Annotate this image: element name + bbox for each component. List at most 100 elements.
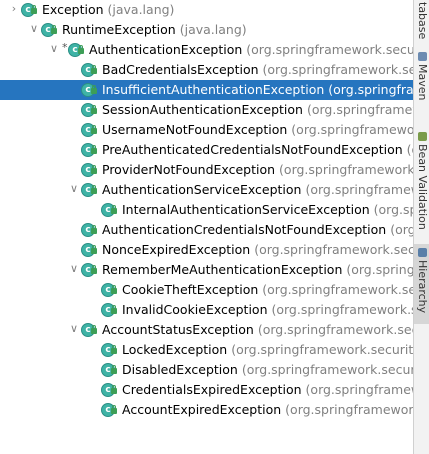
maven-icon [417,52,427,61]
class-label: NonceExpiredException (org.springframewo… [102,242,414,258]
package-name: (org.springframework.security.au [231,342,414,357]
class-name: AccountStatusException [102,322,254,337]
class-name: Exception [42,2,104,17]
class-name: RuntimeException [62,22,176,37]
tree-row[interactable]: c DisabledException (org.springframework.… [0,360,414,380]
class-label: SessionAuthenticationException (org.spri… [102,102,414,118]
maven-tab-label: Maven [416,64,429,101]
tree-row[interactable]: c AuthenticationCredentialsNotFoundExcept… [0,220,414,240]
class-icon: c [101,283,117,297]
maven-tab[interactable]: Maven [414,50,429,112]
class-name: ProviderNotFoundException [102,162,276,177]
hierarchy-tree: › c Exception (java.lang) ∨ c RuntimeExceptio… [0,0,414,454]
hierarchy-tab[interactable]: Hierarchy [414,244,429,324]
class-name: CookieTheftException [122,282,259,297]
class-label: AuthenticationException (org.springframe… [89,42,414,58]
tree-row[interactable]: c UsernameNotFoundException (org.springfr… [0,120,414,140]
class-name: RememberMeAuthenticationException [102,262,343,277]
package-name: (org.springfram [346,262,414,277]
bean-validation-tab[interactable]: Bean Validation [414,130,429,230]
bean-validation-icon [417,132,427,141]
class-label: PreAuthenticatedCredentialsNotFoundExcep… [102,142,414,158]
package-name: (java.lang) [107,2,175,17]
class-label: InternalAuthenticationServiceException (… [122,202,414,218]
class-name: AuthenticationCredentialsNotFoundExcepti… [102,222,387,237]
tree-row[interactable]: c BadCredentialsException (org.springfram… [0,60,414,80]
class-name: SessionAuthenticationException [102,102,303,117]
class-name: AuthenticationException [89,42,243,57]
class-label: InvalidCookieException (org.springframew… [122,302,414,318]
package-name: (java.lang) [179,22,247,37]
class-icon: c [81,143,97,157]
chevron-down-icon[interactable]: ∨ [28,22,40,36]
tree-row[interactable]: ∨ * c AuthenticationException (org.springfr… [0,40,414,60]
package-name: (org.springframework.security.a [241,362,414,377]
class-label: AuthenticationCredentialsNotFoundExcepti… [102,222,414,238]
class-label: CookieTheftException (org.springframewor… [122,282,414,298]
star-icon: * [62,41,68,54]
class-name: AuthenticationServiceException [102,182,302,197]
class-name: InvalidCookieException [122,302,268,317]
class-icon: c [81,323,97,337]
database-tab-label: tabase [416,2,429,40]
chevron-right-icon[interactable]: › [8,2,20,16]
class-name: BadCredentialsException [102,62,259,77]
tree-row[interactable]: c InternalAuthenticationServiceException … [0,200,414,220]
right-tool-strip: tabase Maven Bean Validation Hierarchy [413,0,429,454]
package-name: (org.springframework.securit [254,242,414,257]
class-label: BadCredentialsException (org.springframe… [102,62,414,78]
class-icon: c [81,123,97,137]
class-name: UsernameNotFoundException [102,122,288,137]
class-icon: c [81,223,97,237]
class-label: AccountStatusException (org.springframew… [102,322,414,338]
class-label: RuntimeException (java.lang) [62,22,247,38]
tree-row[interactable]: c LockedException (org.springframework.se… [0,340,414,360]
tree-row[interactable]: c SessionAuthenticationException (org.spr… [0,100,414,120]
class-icon: c [81,103,97,117]
database-tab[interactable]: tabase [414,0,429,40]
tree-row[interactable]: c InvalidCookieException (org.springframe… [0,300,414,320]
class-icon: c [101,403,117,417]
tree-row[interactable]: c InsufficientAuthenticationException (or… [0,80,414,100]
package-name: (org.springframework. [305,182,414,197]
chevron-down-icon[interactable]: ∨ [68,322,80,336]
class-label: LockedException (org.springframework.sec… [122,342,414,358]
class-icon: c [81,263,97,277]
class-name: NonceExpiredException [102,242,251,257]
class-label: Exception (java.lang) [42,2,174,18]
tree-row[interactable]: ∨ c AuthenticationServiceException (org.sp… [0,180,414,200]
class-icon: c [41,23,57,37]
tree-row[interactable]: c PreAuthenticatedCredentialsNotFoundExce… [0,140,414,160]
tree-row[interactable]: c CredentialsExpiredException (org.spring… [0,380,414,400]
tree-row[interactable]: › c Exception (java.lang) [0,0,414,20]
class-icon: c [81,163,97,177]
tree-row[interactable]: c CookieTheftException (org.springframewo… [0,280,414,300]
package-name: (org.spr [390,222,414,237]
class-label: RememberMeAuthenticationException (org.s… [102,262,414,278]
package-name: (org.springframework.se [285,402,414,417]
class-label: DisabledException (org.springframework.s… [122,362,414,378]
class-icon: c [21,3,37,17]
package-name: (org.spring [373,202,414,217]
class-label: UsernameNotFoundException (org.springfra… [102,122,414,138]
bean-validation-tab-label: Bean Validation [416,144,429,230]
package-name: (org.springframework.se [271,302,414,317]
class-icon: c [81,63,97,77]
class-icon: c [81,83,97,97]
chevron-down-icon[interactable]: ∨ [68,182,80,196]
class-icon: c [101,303,117,317]
chevron-down-icon[interactable]: ∨ [68,262,80,276]
tree-row[interactable]: c NonceExpiredException (org.springframew… [0,240,414,260]
tree-row[interactable]: ∨ c AccountStatusException (org.springfram… [0,320,414,340]
tree-row[interactable]: c ProviderNotFoundException (org.springfr… [0,160,414,180]
package-name: (org.springframework.security. [246,42,414,57]
class-label: InsufficientAuthenticationException (org… [102,82,414,98]
tree-row[interactable]: c AccountExpiredException (org.springfram… [0,400,414,420]
chevron-down-icon[interactable]: ∨ [48,42,60,56]
tree-row[interactable]: ∨ c RememberMeAuthenticationException (org… [0,260,414,280]
class-label: CredentialsExpiredException (org.springf… [122,382,414,398]
tree-row[interactable]: ∨ c RuntimeException (java.lang) [0,20,414,40]
package-name: (org.springframework.secu [291,122,414,137]
package-name: (org.springframework [306,102,414,117]
package-name: (org.springframework [305,382,414,397]
